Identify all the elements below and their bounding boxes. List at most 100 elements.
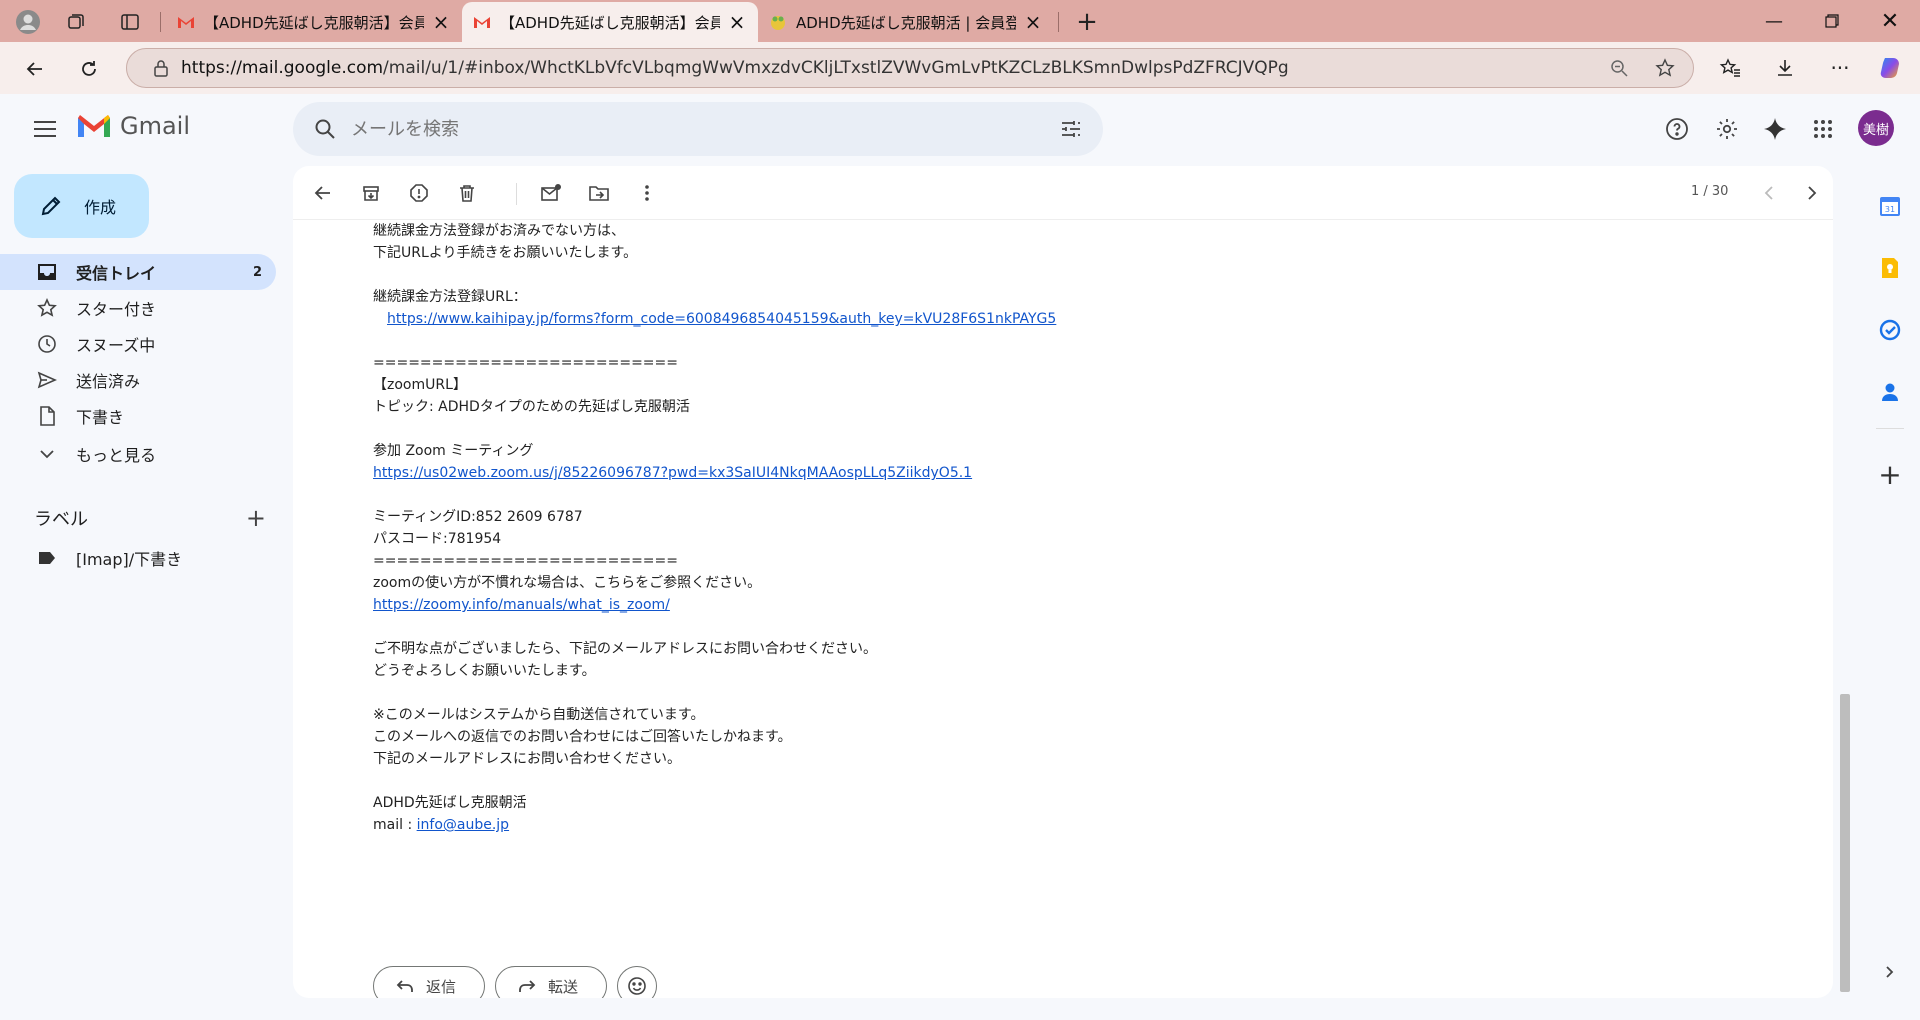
compose-label: 作成 [84,198,117,217]
restore-icon[interactable] [1808,4,1856,38]
sidebar-item-snoozed[interactable]: スヌーズ中 [0,326,276,362]
message-text: zoomの使い方が不慣れな場合は、こちらをご参照ください。 [373,575,762,591]
tab-separator [1058,12,1059,32]
refresh-icon[interactable] [72,52,106,86]
search-input[interactable] [351,118,1045,140]
keep-icon[interactable] [1872,250,1908,286]
newer-chevron-icon[interactable] [1753,177,1785,209]
sidebar-item-sent[interactable]: 送信済み [0,362,276,398]
minimize-icon[interactable]: — [1750,4,1798,38]
sidebar-item-drafts[interactable]: 下書き [0,398,276,434]
message-text: mail : [373,817,417,833]
more-options-icon[interactable] [631,177,663,209]
close-tab-icon[interactable]: × [1022,10,1044,34]
report-spam-icon[interactable] [403,177,435,209]
calendar-icon[interactable]: 31 [1872,188,1908,224]
side-panel-rail: 31 + [1862,166,1918,998]
move-to-folder-icon[interactable] [583,177,615,209]
message-line: https://us02web.zoom.us/j/85226096787?pw… [373,462,1673,484]
delete-trash-icon[interactable] [451,177,483,209]
tab-title: 【ADHD先延ばし克服朝活】会員登録 [204,13,424,32]
forward-button[interactable]: 転送 [495,966,608,998]
sidebar-item-label: スヌーズ中 [76,336,156,355]
favorites-icon[interactable] [1710,48,1750,88]
forward-label: 転送 [548,977,579,996]
message-text: パスコード:781954 [373,531,502,547]
browser-tab-2[interactable]: 【ADHD先延ばし克服朝活】会員登録 × [462,2,758,42]
forward-arrow-icon [518,978,536,994]
label-tag-icon [32,551,62,565]
url-text: https://mail.google.com/mail/u/1/#inbox/… [181,58,1601,78]
rail-divider [1876,428,1904,429]
get-addons-plus-icon[interactable]: + [1872,456,1908,492]
older-chevron-icon[interactable] [1796,177,1828,209]
vertical-tabs-icon[interactable] [116,8,144,36]
message-text: ========================== [373,355,678,371]
message-line: zoomの使い方が不慣れな場合は、こちらをご参照ください。 [373,572,1673,594]
archive-icon[interactable] [355,177,387,209]
favorite-star-icon[interactable] [1647,50,1683,86]
message-line: 下記URLより手続きをお願いいたします。 [373,242,1673,264]
message-line: ========================== [373,550,1673,572]
search-icon[interactable] [299,118,351,140]
sidebar-item-starred[interactable]: スター付き [0,290,276,326]
downloads-icon[interactable] [1765,48,1805,88]
main-menu-icon[interactable] [30,114,60,144]
message-link[interactable]: https://www.kaihipay.jp/forms?form_code=… [387,311,1056,327]
inbox-icon [32,263,62,281]
message-line: https://www.kaihipay.jp/forms?form_code=… [373,308,1673,330]
gemini-sparkle-icon[interactable] [1754,108,1796,150]
message-link[interactable]: https://zoomy.info/manuals/what_is_zoom/ [373,597,670,613]
message-line [373,264,1673,286]
hide-side-panel-chevron-icon[interactable] [1872,954,1908,990]
sidebar-label-imap-drafts[interactable]: [Imap]/下書き [0,540,276,576]
create-label-icon[interactable]: + [246,504,266,532]
message-link[interactable]: info@aube.jp [417,817,509,833]
message-link[interactable]: https://us02web.zoom.us/j/85226096787?pw… [373,465,972,481]
reply-button[interactable]: 返信 [373,966,486,998]
address-bar[interactable]: https://mail.google.com/mail/u/1/#inbox/… [126,48,1694,88]
message-line: ADHD先延ばし克服朝活 [373,792,1673,814]
message-scrollbar[interactable] [1840,694,1850,992]
contacts-icon[interactable] [1872,374,1908,410]
settings-gear-icon[interactable] [1706,108,1748,150]
search-options-icon[interactable] [1045,119,1097,139]
account-avatar[interactable]: 美樹 [1858,110,1894,146]
apps-grid-icon[interactable] [1802,108,1844,150]
workspaces-icon[interactable] [62,8,90,36]
emoji-reaction-icon[interactable] [617,966,658,998]
back-to-inbox-icon[interactable] [307,177,339,209]
message-line: 継続課金方法登録がお済みでない方は、 [373,220,1673,242]
browser-tab-3[interactable]: ADHD先延ばし克服朝活 | 会員登録 × [758,2,1054,42]
sidebar-item-label: もっと見る [76,446,157,465]
help-icon[interactable] [1656,108,1698,150]
message-line [373,330,1673,352]
mark-unread-icon[interactable] [535,177,567,209]
gmail-logo[interactable]: Gmail [76,112,190,140]
zoom-out-icon[interactable] [1601,50,1637,86]
browser-tab-bar: 【ADHD先延ばし克服朝活】会員登録 × 【ADHD先延ばし克服朝活】会員登録 … [0,0,1920,42]
message-line: 【zoomURL】 [373,374,1673,396]
compose-button[interactable]: 作成 [14,174,149,238]
labels-header: ラベル + [34,504,266,532]
message-text: どうぞよろしくお願いいたします。 [373,663,596,679]
message-text: 下記URLより手続きをお願いいたします。 [373,245,638,261]
browser-tab-1[interactable]: 【ADHD先延ばし克服朝活】会員登録 × [166,2,462,42]
tasks-icon[interactable] [1872,312,1908,348]
close-tab-icon[interactable]: × [726,10,748,34]
tab-title: 【ADHD先延ばし克服朝活】会員登録 [500,13,720,32]
profile-icon[interactable] [14,8,42,36]
close-tab-icon[interactable]: × [430,10,452,34]
more-menu-icon[interactable]: ··· [1820,48,1860,88]
copilot-icon[interactable] [1870,48,1910,88]
new-tab-icon[interactable]: + [1073,7,1101,37]
site-info-icon[interactable] [141,59,181,77]
sidebar-item-inbox[interactable]: 受信トレイ 2 [0,254,276,290]
message-line: 継続課金方法登録URL： [373,286,1673,308]
send-icon [32,371,62,389]
message-line: パスコード:781954 [373,528,1673,550]
back-arrow-icon[interactable] [18,52,52,86]
close-window-icon[interactable]: ✕ [1866,4,1914,38]
mail-search-bar[interactable] [293,102,1103,156]
sidebar-item-more[interactable]: もっと見る [0,436,276,472]
